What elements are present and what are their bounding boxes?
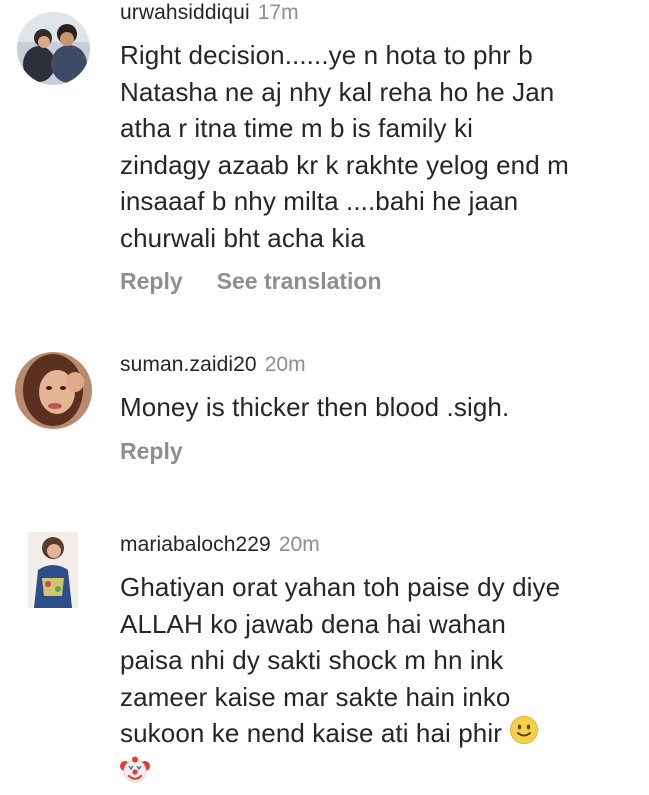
username[interactable]: mariabaloch229 xyxy=(120,533,271,556)
comment-line: Right decision......ye n hota to phr b xyxy=(120,40,533,70)
username[interactable]: urwahsiddiqui xyxy=(120,1,250,24)
comment-line: sukoon ke nend kaise ati hai phir xyxy=(120,715,629,755)
comment-line: zindagy azaab kr k rakhte yelog end m xyxy=(120,149,569,180)
comment-header: urwahsiddiqui 17m xyxy=(120,0,629,26)
comment-actions: Reply See translation xyxy=(120,268,629,295)
comment-text: Right decision......ye n hota to phr b N… xyxy=(120,37,629,256)
comment-line xyxy=(120,755,629,795)
comment-text: Money is thicker then blood .sigh. xyxy=(120,389,629,426)
comment-line: Natasha ne aj nhy kal reha ho he Jan xyxy=(120,76,555,107)
see-translation-button[interactable]: See translation xyxy=(217,268,382,294)
reply-button[interactable]: Reply xyxy=(120,438,183,464)
avatar[interactable] xyxy=(28,532,78,608)
comment-line: Money is thicker then blood .sigh. xyxy=(120,392,510,422)
comment-line: zameer kaise mar sakte hain inko xyxy=(120,681,511,712)
comment-line: atha r itna time m b is family ki xyxy=(120,113,473,143)
avatar[interactable] xyxy=(15,352,92,429)
comment-line: churwali bht acha kia xyxy=(120,222,365,253)
comment-line: insaaaf b nhy milta ....bahi he jaan xyxy=(120,186,519,216)
comment-text: Ghatiyan orat yahan toh paise dy diye AL… xyxy=(120,569,629,795)
comment-line-text: sukoon ke nend kaise ati hai phir xyxy=(120,718,502,748)
comment-line: paisa nhi dy sakti shock m hn ink xyxy=(120,645,504,675)
timestamp: 17m xyxy=(257,1,299,24)
comment-header: suman.zaidi20 20m xyxy=(120,352,629,378)
timestamp: 20m xyxy=(278,533,320,556)
timestamp: 20m xyxy=(264,353,306,376)
clown-face-icon xyxy=(120,755,150,795)
reply-button[interactable]: Reply xyxy=(120,268,183,294)
comment-line: Ghatiyan orat yahan toh paise dy diye xyxy=(120,572,561,602)
username[interactable]: suman.zaidi20 xyxy=(120,353,257,376)
avatar[interactable] xyxy=(17,12,90,85)
comment-header: mariabaloch229 20m xyxy=(120,532,629,558)
comment-actions: Reply xyxy=(120,438,629,465)
slightly-smiling-face-icon xyxy=(509,715,539,755)
comment-line: ALLAH ko jawab dena hai wahan xyxy=(120,608,506,639)
